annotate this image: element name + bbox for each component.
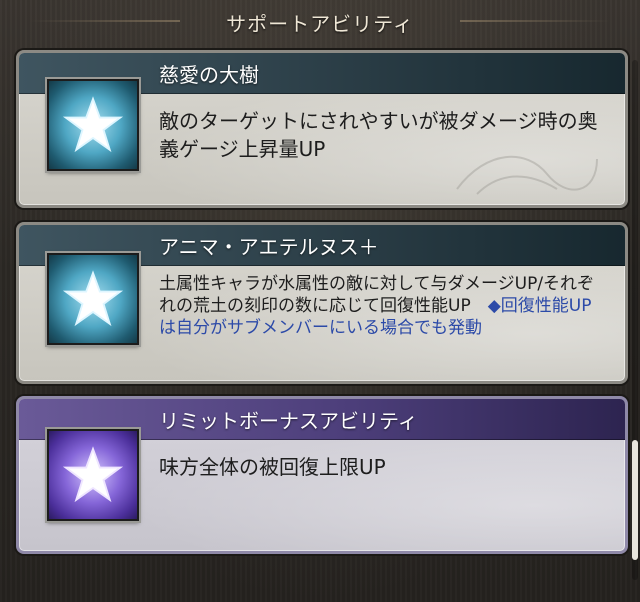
scrollbar[interactable] [632,60,638,580]
scrollbar-thumb[interactable] [632,440,638,560]
ability-icon-frame [47,79,139,171]
ability-card-3[interactable]: リミットボーナスアビリティ 味方全体の被回復上限UP [16,396,628,554]
ability-name: リミットボーナスアビリティ [159,409,418,433]
star-icon [62,446,124,503]
header-decoration-left [30,20,180,22]
ability-name: アニマ・アエテルヌス＋ [159,235,379,259]
ornament-decoration [456,155,598,195]
support-ability-screen: サポートアビリティ 慈愛の大樹 敵のターゲットにされやすいが被ダメージ時の奥義ゲ… [0,0,640,602]
ability-name: 慈愛の大樹 [159,63,259,87]
ability-description: 味方全体の被回復上限UP [159,455,386,479]
section-header: サポートアビリティ [0,0,640,44]
ability-icon-frame [47,253,139,345]
ability-icon-frame [47,429,139,521]
ability-description: 土属性キャラが水属性の敵に対して与ダメージUP/それぞれの荒土の刻印の数に応じて… [159,273,607,339]
header-decoration-right [460,20,610,22]
ability-card-2[interactable]: アニマ・アエテルヌス＋ 土属性キャラが水属性の敵に対して与ダメージUP/それぞれ… [16,222,628,384]
star-icon [62,96,124,153]
star-icon [62,270,124,327]
section-title: サポートアビリティ [226,11,414,36]
ability-card-1[interactable]: 慈愛の大樹 敵のターゲットにされやすいが被ダメージ時の奥義ゲージ上昇量UP [16,50,628,208]
